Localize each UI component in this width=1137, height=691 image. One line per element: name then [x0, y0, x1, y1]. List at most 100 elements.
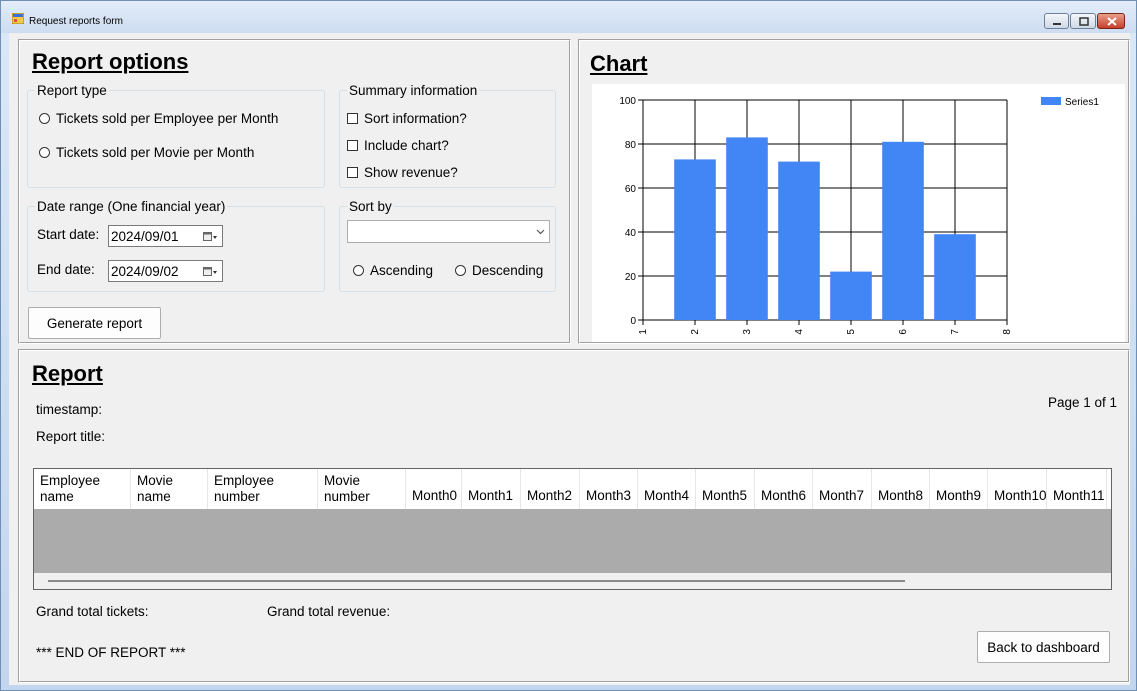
radio-label: Descending — [472, 263, 544, 278]
x-tick-label: 2 — [690, 329, 701, 335]
radio-label: Tickets sold per Movie per Month — [56, 145, 255, 160]
column-header[interactable]: Month9 — [930, 469, 988, 509]
maximize-button[interactable] — [1070, 13, 1096, 29]
bar-series1 — [934, 234, 976, 320]
radio-circle-icon — [39, 113, 50, 124]
close-icon — [1107, 17, 1117, 26]
date-range-legend: Date range (One financial year) — [35, 199, 228, 214]
report-type-group: Report type Tickets sold per Employee pe… — [27, 83, 325, 188]
column-header[interactable]: Employee name — [34, 469, 131, 509]
checkbox-square-icon — [347, 113, 358, 124]
start-date-label: Start date: — [37, 227, 100, 242]
report-options-heading: Report options — [32, 49, 189, 74]
bar-series1 — [726, 137, 768, 320]
checkbox-include-chart[interactable]: Include chart? — [347, 138, 449, 153]
y-tick-label: 40 — [625, 228, 637, 239]
back-to-dashboard-button[interactable]: Back to dashboard — [977, 631, 1110, 663]
legend-swatch — [1041, 97, 1061, 105]
column-header[interactable]: Month0 — [406, 469, 462, 509]
legend-label: Series1 — [1065, 97, 1099, 108]
report-heading: Report — [32, 361, 103, 386]
radio-label: Ascending — [370, 263, 434, 278]
chart-heading: Chart — [590, 51, 648, 76]
x-tick-label: 3 — [742, 329, 753, 335]
radio-circle-icon — [455, 265, 466, 276]
timestamp-label: timestamp: — [36, 402, 103, 417]
sort-by-dropdown[interactable] — [347, 220, 550, 243]
page-label: Page 1 of 1 — [1047, 395, 1117, 410]
title-bar[interactable]: Request reports form — [1, 1, 1136, 33]
column-header[interactable]: Month10 — [988, 469, 1047, 509]
calendar-dropdown-icon — [203, 232, 217, 241]
chart-svg: 0 20 40 60 80 100 1 2 3 4 5 6 7 8 Series1 — [619, 96, 1099, 335]
report-grid[interactable]: Employee name Movie name Employee number Mo… — [33, 468, 1112, 590]
end-date-label: End date: — [37, 262, 95, 277]
generate-report-button[interactable]: Generate report — [28, 307, 161, 339]
sort-by-legend: Sort by — [347, 199, 394, 214]
checkbox-show-revenue[interactable]: Show revenue? — [347, 165, 458, 180]
x-tick-label: 7 — [950, 329, 961, 335]
report-options-panel: Report options Report type Tickets sold … — [18, 39, 571, 344]
checkbox-square-icon — [347, 167, 358, 178]
bar-series1 — [830, 271, 872, 320]
start-date-value: 2024/09/01 — [111, 229, 179, 244]
radio-circle-icon — [39, 147, 50, 158]
grid-header: Employee name Movie name Employee number Mo… — [34, 469, 1111, 509]
minimize-icon — [1053, 23, 1061, 25]
y-tick-label: 80 — [625, 140, 637, 151]
column-header[interactable]: Month4 — [638, 469, 696, 509]
column-header[interactable]: Month3 — [580, 469, 638, 509]
radio-employee-per-month[interactable]: Tickets sold per Employee per Month — [39, 111, 278, 126]
horizontal-scrollbar[interactable] — [34, 573, 1111, 589]
column-header[interactable]: Employee number — [208, 469, 318, 509]
window-title: Request reports form — [29, 16, 123, 27]
column-header[interactable]: Month7 — [813, 469, 872, 509]
close-button[interactable] — [1097, 13, 1125, 29]
radio-movie-per-month[interactable]: Tickets sold per Movie per Month — [39, 145, 254, 160]
column-header[interactable]: Movie number — [318, 469, 406, 509]
maximize-icon — [1079, 17, 1089, 26]
x-tick-label: 5 — [846, 329, 857, 335]
x-tick-label: 4 — [794, 329, 805, 335]
checkbox-square-icon — [347, 140, 358, 151]
radio-label: Tickets sold per Employee per Month — [56, 111, 279, 126]
summary-information-group: Summary information Sort information? In… — [339, 83, 556, 188]
y-tick-label: 60 — [625, 184, 637, 195]
column-header[interactable]: Month8 — [872, 469, 930, 509]
bar-series1 — [778, 161, 820, 320]
checkbox-label: Sort information? — [364, 111, 467, 126]
y-tick-label: 0 — [630, 316, 636, 327]
chart-panel: Chart 0 20 40 60 80 100 1 2 3 4 5 6 7 8 Series1 — [578, 39, 1130, 344]
column-header[interactable]: Month6 — [755, 469, 813, 509]
x-tick-label: 1 — [638, 329, 649, 335]
chart-area: 0 20 40 60 80 100 1 2 3 4 5 6 7 8 Series1 — [592, 84, 1125, 342]
checkbox-label: Show revenue? — [364, 165, 458, 180]
start-date-picker[interactable]: 2024/09/01 — [108, 225, 223, 247]
grand-total-tickets-label: Grand total tickets: — [36, 604, 149, 619]
form-client-area: Report options Report type Tickets sold … — [9, 33, 1130, 685]
chevron-down-icon — [536, 229, 545, 235]
column-header[interactable]: Month2 — [521, 469, 580, 509]
end-of-report-label: *** END OF REPORT *** — [36, 645, 186, 660]
y-tick-label: 20 — [625, 272, 637, 283]
end-date-picker[interactable]: 2024/09/02 — [108, 260, 223, 282]
checkbox-sort-information[interactable]: Sort information? — [347, 111, 467, 126]
radio-descending[interactable]: Descending — [455, 263, 543, 278]
report-panel: Report timestamp: Report title: Page 1 o… — [18, 349, 1130, 683]
bar-series1 — [882, 141, 924, 320]
grid-body[interactable] — [34, 509, 1111, 573]
bar-series1 — [674, 159, 716, 320]
radio-ascending[interactable]: Ascending — [353, 263, 433, 278]
column-header[interactable]: Movie name — [131, 469, 208, 509]
x-tick-label: 8 — [1002, 329, 1013, 335]
column-header[interactable]: Month5 — [696, 469, 755, 509]
app-form-icon — [12, 13, 24, 24]
report-title-label: Report title: — [36, 429, 106, 444]
scrollbar-thumb[interactable] — [48, 580, 905, 582]
column-header[interactable]: Month1 — [462, 469, 521, 509]
minimize-button[interactable] — [1044, 13, 1069, 29]
column-header[interactable]: Month11 — [1047, 469, 1107, 509]
end-date-value: 2024/09/02 — [111, 264, 179, 279]
sort-by-group: Sort by Ascending Descending — [339, 199, 556, 292]
report-type-legend: Report type — [35, 83, 109, 98]
